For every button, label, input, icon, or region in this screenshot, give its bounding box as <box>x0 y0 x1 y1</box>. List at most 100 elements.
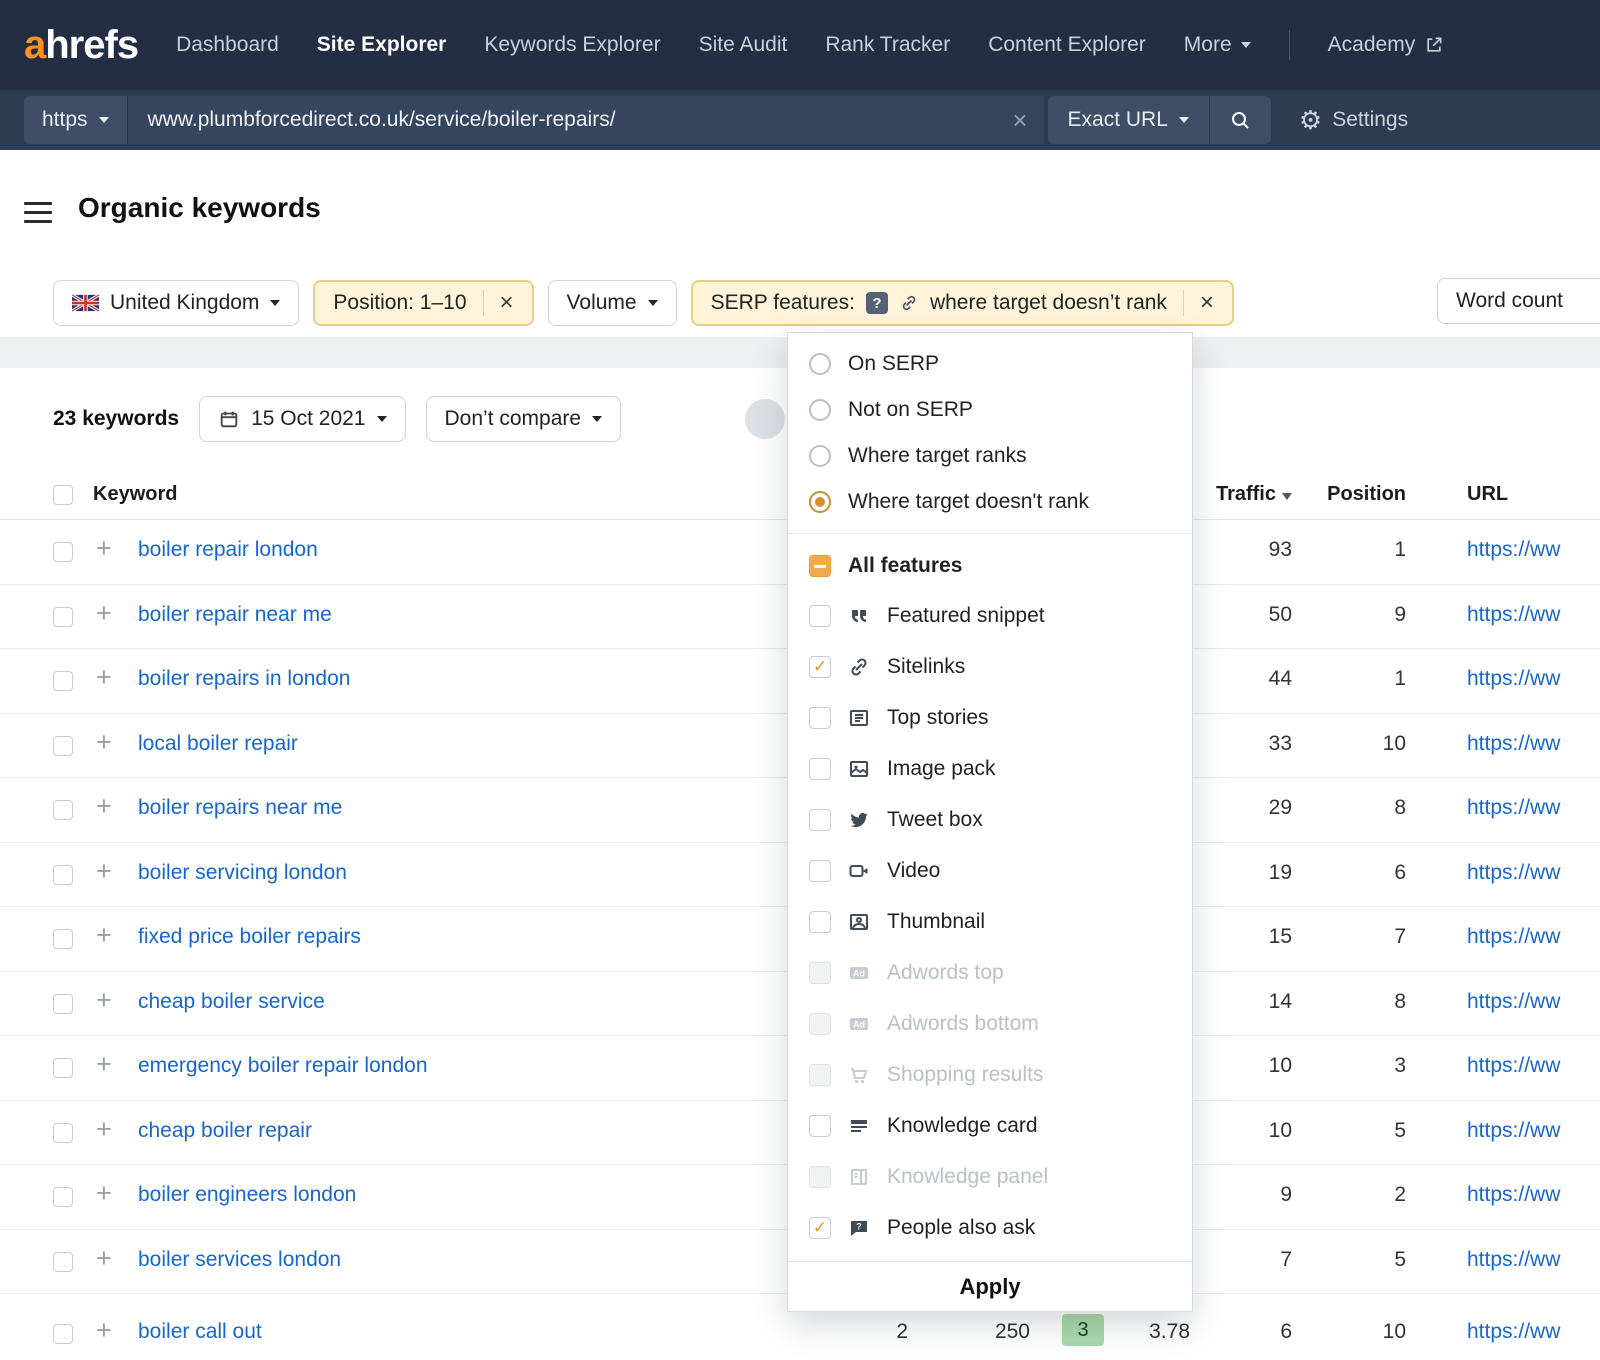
nav-rank-tracker[interactable]: Rank Tracker <box>825 33 950 57</box>
expand-plus-icon[interactable]: + <box>96 533 112 564</box>
expand-plus-icon[interactable]: + <box>96 727 112 758</box>
word-count-filter[interactable]: Word count <box>1437 278 1600 324</box>
row-checkbox[interactable] <box>53 1252 73 1272</box>
url-link[interactable]: https://ww <box>1467 538 1560 562</box>
disabled-checkbox-icon <box>809 1064 831 1086</box>
row-checkbox[interactable] <box>53 1324 73 1344</box>
feature-knowledge-card[interactable]: Knowledge card <box>788 1100 1192 1151</box>
expand-plus-icon[interactable]: + <box>96 985 112 1016</box>
radio-where-target-ranks[interactable]: Where target ranks <box>788 433 1192 479</box>
row-checkbox[interactable] <box>53 1058 73 1078</box>
feature-sitelinks[interactable]: Sitelinks <box>788 641 1192 692</box>
url-link[interactable]: https://ww <box>1467 1183 1560 1207</box>
settings-button[interactable]: ⚙ Settings <box>1299 105 1408 136</box>
nav-site-audit[interactable]: Site Audit <box>699 33 788 57</box>
expand-plus-icon[interactable]: + <box>96 1178 112 1209</box>
nav-keywords-explorer[interactable]: Keywords Explorer <box>484 33 660 57</box>
ahrefs-site-explorer: { "brand": { "logo_a": "a", "logo_rest":… <box>0 0 1600 1360</box>
menu-icon[interactable] <box>24 202 52 229</box>
expand-plus-icon[interactable]: + <box>96 1049 112 1080</box>
url-link[interactable]: https://ww <box>1467 1248 1560 1272</box>
column-header-position[interactable]: Position <box>1318 483 1406 506</box>
expand-plus-icon[interactable]: + <box>96 856 112 887</box>
feature-image-pack[interactable]: Image pack <box>788 743 1192 794</box>
expand-plus-icon[interactable]: + <box>96 920 112 951</box>
keyword-link[interactable]: boiler services london <box>138 1248 341 1272</box>
row-checkbox[interactable] <box>53 736 73 756</box>
row-checkbox[interactable] <box>53 607 73 627</box>
keyword-link[interactable]: fixed price boiler repairs <box>138 925 361 949</box>
protocol-dropdown[interactable]: https <box>24 96 127 144</box>
row-checkbox[interactable] <box>53 865 73 885</box>
column-header-url[interactable]: URL <box>1467 483 1508 506</box>
url-link[interactable]: https://ww <box>1467 796 1560 820</box>
feature-featured-snippet[interactable]: Featured snippet <box>788 590 1192 641</box>
nav-academy[interactable]: Academy <box>1328 33 1445 57</box>
expand-plus-icon[interactable]: + <box>96 791 112 822</box>
keyword-link[interactable]: emergency boiler repair london <box>138 1054 428 1078</box>
country-filter[interactable]: United Kingdom <box>53 280 299 326</box>
url-link[interactable]: https://ww <box>1467 1320 1560 1344</box>
remove-position-filter-icon[interactable]: × <box>500 289 514 317</box>
keyword-link[interactable]: boiler call out <box>138 1320 262 1344</box>
keyword-link[interactable]: local boiler repair <box>138 732 298 756</box>
row-checkbox[interactable] <box>53 1187 73 1207</box>
row-checkbox[interactable] <box>53 994 73 1014</box>
serp-features-filter[interactable]: SERP features: ? where target doesn’t ra… <box>691 280 1234 326</box>
feature-people-also-ask[interactable]: ? People also ask <box>788 1202 1192 1253</box>
expand-plus-icon[interactable]: + <box>96 1315 112 1346</box>
row-checkbox[interactable] <box>53 542 73 562</box>
url-link[interactable]: https://ww <box>1467 1119 1560 1143</box>
column-header-keyword[interactable]: Keyword <box>93 483 177 506</box>
clear-url-icon[interactable]: × <box>1012 107 1027 133</box>
search-mode-dropdown[interactable]: Exact URL <box>1048 96 1209 144</box>
expand-plus-icon[interactable]: + <box>96 1243 112 1274</box>
feature-top-stories[interactable]: Top stories <box>788 692 1192 743</box>
help-icon[interactable]: ? <box>866 292 888 314</box>
expand-plus-icon[interactable]: + <box>96 662 112 693</box>
select-all-checkbox[interactable] <box>53 485 73 505</box>
nav-more[interactable]: More <box>1184 33 1251 57</box>
url-link[interactable]: https://ww <box>1467 861 1560 885</box>
ahrefs-logo[interactable]: ahrefs <box>24 23 138 68</box>
feature-thumbnail[interactable]: Thumbnail <box>788 896 1192 947</box>
compare-dropdown[interactable]: Don’t compare <box>426 396 622 442</box>
apply-button[interactable]: Apply <box>788 1261 1192 1311</box>
keyword-link[interactable]: boiler repairs near me <box>138 796 342 820</box>
all-features-toggle[interactable]: All features <box>788 542 1192 590</box>
date-picker[interactable]: 15 Oct 2021 <box>199 396 405 442</box>
volume-filter[interactable]: Volume <box>548 280 677 326</box>
keyword-link[interactable]: boiler engineers london <box>138 1183 356 1207</box>
row-checkbox[interactable] <box>53 800 73 820</box>
keyword-link[interactable]: cheap boiler repair <box>138 1119 312 1143</box>
row-checkbox[interactable] <box>53 929 73 949</box>
keyword-link[interactable]: boiler repair near me <box>138 603 332 627</box>
target-url-input[interactable]: www.plumbforcedirect.co.uk/service/boile… <box>127 96 1044 144</box>
row-checkbox[interactable] <box>53 671 73 691</box>
url-link[interactable]: https://ww <box>1467 990 1560 1014</box>
keyword-link[interactable]: boiler repair london <box>138 538 318 562</box>
keyword-link[interactable]: boiler servicing london <box>138 861 347 885</box>
row-checkbox[interactable] <box>53 1123 73 1143</box>
keyword-link[interactable]: cheap boiler service <box>138 990 325 1014</box>
feature-video[interactable]: Video <box>788 845 1192 896</box>
toggle-partial[interactable] <box>745 399 785 439</box>
position-filter[interactable]: Position: 1–10 × <box>313 280 533 326</box>
url-link[interactable]: https://ww <box>1467 603 1560 627</box>
radio-on-serp[interactable]: On SERP <box>788 341 1192 387</box>
keyword-link[interactable]: boiler repairs in london <box>138 667 350 691</box>
nav-dashboard[interactable]: Dashboard <box>176 33 279 57</box>
url-link[interactable]: https://ww <box>1467 667 1560 691</box>
nav-content-explorer[interactable]: Content Explorer <box>988 33 1146 57</box>
radio-not-on-serp[interactable]: Not on SERP <box>788 387 1192 433</box>
url-link[interactable]: https://ww <box>1467 732 1560 756</box>
nav-site-explorer[interactable]: Site Explorer <box>317 33 447 57</box>
expand-plus-icon[interactable]: + <box>96 1114 112 1145</box>
url-link[interactable]: https://ww <box>1467 925 1560 949</box>
remove-serp-filter-icon[interactable]: × <box>1200 289 1214 317</box>
url-link[interactable]: https://ww <box>1467 1054 1560 1078</box>
search-button[interactable] <box>1209 96 1271 144</box>
feature-tweet-box[interactable]: Tweet box <box>788 794 1192 845</box>
expand-plus-icon[interactable]: + <box>96 598 112 629</box>
radio-where-target-doesnt-rank[interactable]: Where target doesn't rank <box>788 479 1192 525</box>
